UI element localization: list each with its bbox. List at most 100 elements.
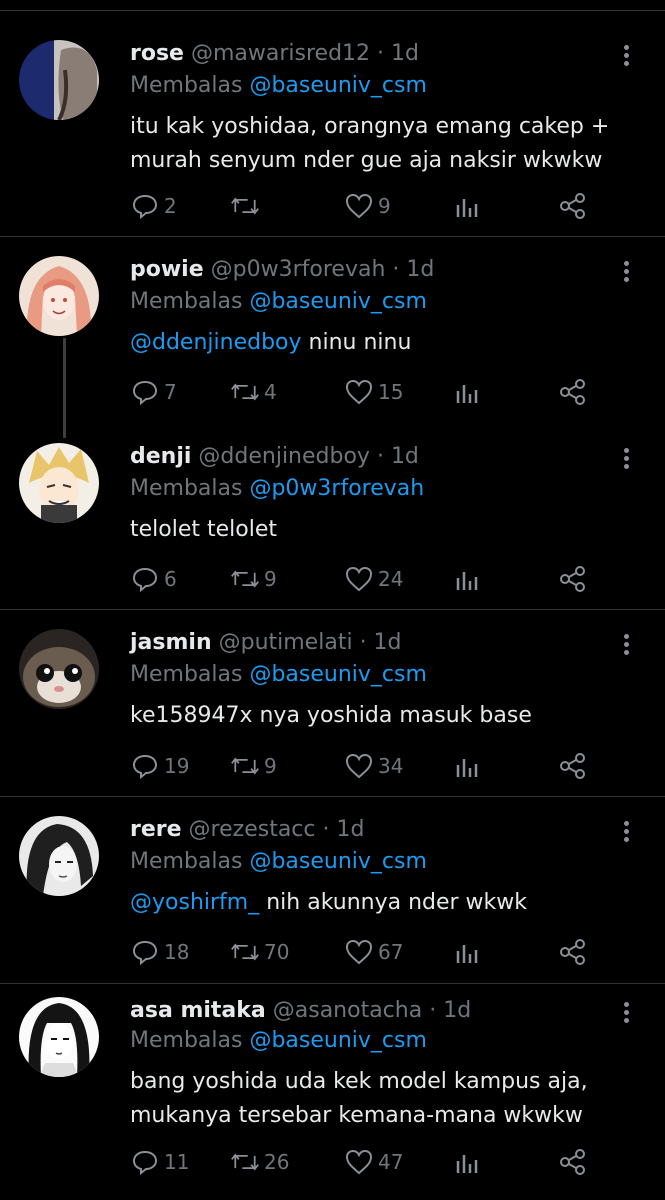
tweet-text-line: bang yoshida uda kek model kampus aja,	[130, 1069, 588, 1094]
avatar[interactable]	[19, 816, 99, 896]
mention-link[interactable]: @ddenjinedboy	[130, 330, 302, 355]
more-options-icon[interactable]	[614, 999, 638, 1029]
like-count: 15	[378, 380, 404, 404]
reply-button[interactable]: 19	[130, 749, 189, 783]
views-button[interactable]	[452, 1145, 482, 1179]
share-button[interactable]	[558, 189, 588, 223]
reply-button[interactable]: 6	[130, 562, 177, 596]
user-handle[interactable]: @ddenjinedboy	[198, 444, 370, 469]
reply-prefix: Membalas	[130, 1028, 243, 1053]
retweet-button[interactable]: 9	[230, 749, 277, 783]
timestamp[interactable]: · 1d	[377, 41, 419, 66]
tweet-text-content: ke158947x nya yoshida masuk base	[130, 703, 532, 728]
retweet-button[interactable]: 26	[230, 1145, 289, 1179]
divider	[0, 236, 665, 237]
share-button[interactable]	[558, 562, 588, 596]
timestamp[interactable]: · 1d	[377, 444, 419, 469]
reply-to-link[interactable]: @p0w3rforevah	[249, 476, 424, 501]
like-button[interactable]: 67	[344, 935, 403, 969]
heart-icon	[345, 379, 373, 405]
tweet-header: asa mitaka @asanotacha · 1d	[130, 997, 471, 1025]
reply-count: 18	[164, 940, 190, 964]
timestamp[interactable]: · 1d	[429, 998, 471, 1023]
avatar[interactable]	[19, 629, 99, 709]
speech-bubble-icon	[132, 940, 158, 966]
reply-button[interactable]: 2	[130, 189, 177, 223]
like-button[interactable]: 47	[344, 1145, 403, 1179]
more-options-icon[interactable]	[614, 631, 638, 661]
views-button[interactable]	[452, 935, 482, 969]
bar-chart-icon	[456, 759, 478, 777]
reply-count: 6	[164, 567, 177, 591]
reply-to-link[interactable]: @baseuniv_csm	[249, 849, 426, 874]
retweet-button[interactable]: 70	[230, 935, 289, 969]
share-button[interactable]	[558, 749, 588, 783]
reply-to-link[interactable]: @baseuniv_csm	[249, 1028, 426, 1053]
retweet-button[interactable]	[230, 189, 264, 223]
display-name[interactable]: denji	[130, 444, 191, 469]
reply-count: 11	[164, 1150, 190, 1174]
timestamp[interactable]: · 1d	[323, 817, 365, 842]
views-button[interactable]	[452, 189, 482, 223]
heart-icon	[345, 1149, 373, 1175]
reply-button[interactable]: 18	[130, 935, 189, 969]
avatar[interactable]	[19, 40, 99, 120]
speech-bubble-icon	[132, 754, 158, 780]
tweet-text-content: telolet telolet	[130, 517, 278, 542]
avatar[interactable]	[19, 443, 99, 523]
reply-to-link[interactable]: @baseuniv_csm	[249, 289, 426, 314]
views-button[interactable]	[452, 375, 482, 409]
share-icon	[560, 939, 585, 965]
retweet-icon	[231, 757, 259, 775]
avatar[interactable]	[19, 997, 99, 1077]
reply-count: 2	[164, 194, 177, 218]
reply-context: Membalas @baseuniv_csm	[130, 288, 427, 316]
display-name[interactable]: rose	[130, 41, 184, 66]
share-button[interactable]	[558, 1145, 588, 1179]
display-name[interactable]: powie	[130, 257, 204, 282]
tweet-header: rose @mawarisred12 · 1d	[130, 40, 419, 68]
avatar[interactable]	[19, 256, 99, 336]
timestamp[interactable]: · 1d	[360, 630, 402, 655]
like-count: 47	[378, 1150, 404, 1174]
like-button[interactable]: 9	[344, 189, 391, 223]
more-options-icon[interactable]	[614, 818, 638, 848]
tweet-text: itu kak yoshidaa, orangnya emang cakep +…	[130, 110, 640, 178]
like-button[interactable]: 24	[344, 562, 403, 596]
retweet-button[interactable]: 9	[230, 562, 277, 596]
mention-link[interactable]: @yoshirfm_	[130, 890, 259, 915]
display-name[interactable]: rere	[130, 817, 182, 842]
reply-to-link[interactable]: @baseuniv_csm	[249, 662, 426, 687]
reply-prefix: Membalas	[130, 476, 243, 501]
user-handle[interactable]: @rezestacc	[189, 817, 316, 842]
timestamp[interactable]: · 1d	[392, 257, 434, 282]
display-name[interactable]: asa mitaka	[130, 998, 266, 1023]
more-options-icon[interactable]	[614, 42, 638, 72]
display-name[interactable]: jasmin	[130, 630, 212, 655]
like-button[interactable]: 15	[344, 375, 403, 409]
views-button[interactable]	[452, 562, 482, 596]
more-options-icon[interactable]	[614, 258, 638, 288]
user-handle[interactable]: @asanotacha	[273, 998, 422, 1023]
views-button[interactable]	[452, 749, 482, 783]
heart-icon	[345, 939, 373, 965]
user-handle[interactable]: @putimelati	[219, 630, 353, 655]
like-button[interactable]: 34	[344, 749, 403, 783]
bar-chart-icon	[456, 199, 478, 217]
reply-count: 7	[164, 380, 177, 404]
more-options-icon[interactable]	[614, 445, 638, 475]
reply-button[interactable]: 11	[130, 1145, 189, 1179]
share-button[interactable]	[558, 935, 588, 969]
speech-bubble-icon	[132, 194, 158, 220]
user-handle[interactable]: @mawarisred12	[191, 41, 370, 66]
reply-to-link[interactable]: @baseuniv_csm	[249, 73, 426, 98]
share-button[interactable]	[558, 375, 588, 409]
retweet-count: 70	[264, 940, 290, 964]
tweet-text: @yoshirfm_ nih akunnya nder wkwk	[130, 886, 640, 920]
reply-context: Membalas @p0w3rforevah	[130, 475, 424, 503]
thread-connector-line	[63, 338, 66, 438]
retweet-button[interactable]: 4	[230, 375, 277, 409]
user-handle[interactable]: @p0w3rforevah	[211, 257, 386, 282]
bar-chart-icon	[456, 572, 478, 590]
reply-button[interactable]: 7	[130, 375, 177, 409]
